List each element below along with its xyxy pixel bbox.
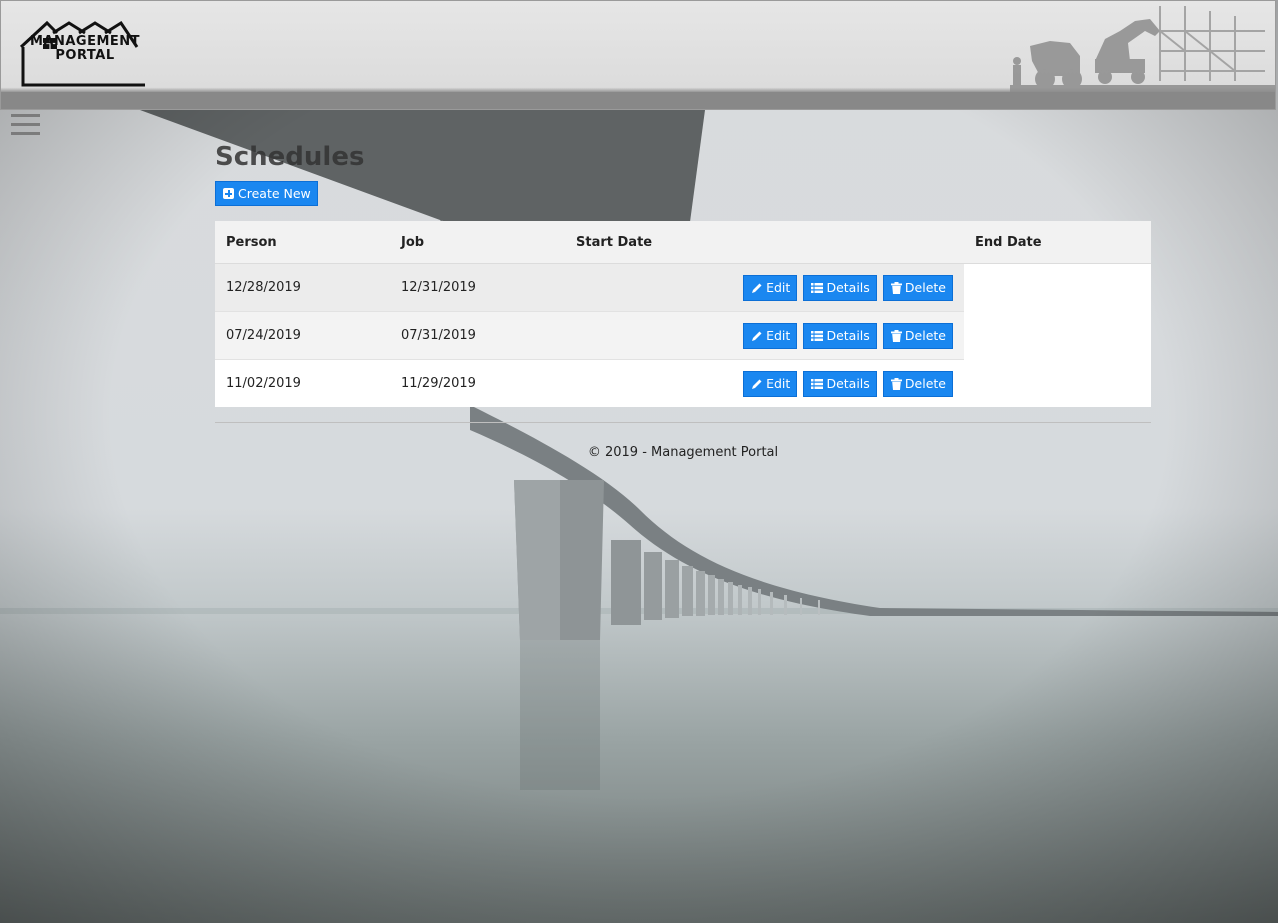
list-icon (811, 282, 824, 293)
create-new-label: Create New (238, 185, 311, 201)
edit-label: Edit (766, 328, 791, 343)
delete-label: Delete (904, 328, 946, 343)
plus-square-icon (223, 188, 234, 199)
pencil-icon (752, 283, 762, 293)
table-row: 07/24/2019 07/31/2019 Edit Details Delet… (215, 311, 1151, 360)
logo-line2: PORTAL (55, 48, 115, 63)
cell-job: 12/31/2019 (390, 263, 565, 312)
cell-job: 07/31/2019 (390, 311, 565, 360)
create-new-button[interactable]: Create New (215, 181, 318, 206)
column-header-start-date[interactable]: Start Date (565, 221, 964, 264)
cell-end-date (964, 263, 1151, 312)
schedules-table: Person Job Start Date End Date 12/28/201… (215, 221, 1151, 407)
column-header-job[interactable]: Job (390, 221, 565, 264)
footer-copyright: © 2019 - Management Portal (587, 445, 779, 460)
delete-button[interactable]: Delete (882, 274, 953, 301)
cell-person: 11/02/2019 (215, 359, 390, 407)
cell-person: 12/28/2019 (215, 263, 390, 312)
edit-button[interactable]: Edit (743, 322, 798, 349)
logo-line1: MANAGEMENT (29, 34, 141, 49)
details-label: Details (826, 280, 870, 295)
pencil-icon (752, 331, 762, 341)
details-button[interactable]: Details (803, 274, 877, 301)
page-title: Schedules (215, 142, 365, 172)
footer-divider (215, 422, 1151, 423)
app-header: MANAGEMENT PORTAL (0, 0, 1276, 110)
cell-person: 07/24/2019 (215, 311, 390, 360)
background-image (0, 0, 1278, 923)
construction-silhouette-icon (1010, 6, 1275, 94)
pencil-icon (752, 379, 762, 389)
list-icon (811, 378, 824, 389)
delete-label: Delete (904, 280, 946, 295)
table-row: 11/02/2019 11/29/2019 Edit Details Delet… (215, 359, 1151, 407)
trash-icon (890, 329, 902, 342)
cell-end-date (964, 311, 1151, 360)
table-header-row: Person Job Start Date End Date (215, 221, 1151, 264)
logo-text: MANAGEMENT PORTAL (21, 35, 149, 63)
details-label: Details (826, 376, 870, 391)
delete-label: Delete (904, 376, 946, 391)
column-header-person[interactable]: Person (215, 221, 390, 264)
delete-button[interactable]: Delete (882, 322, 953, 349)
header-band (1, 92, 1275, 109)
table-row: 12/28/2019 12/31/2019 Edit Details Delet… (215, 263, 1151, 312)
cell-end-date (964, 359, 1151, 407)
edit-label: Edit (766, 376, 791, 391)
list-icon (811, 330, 824, 341)
cell-actions: Edit Details Delete (565, 359, 964, 407)
cell-actions: Edit Details Delete (565, 311, 964, 360)
edit-label: Edit (766, 280, 791, 295)
trash-icon (890, 377, 902, 390)
delete-button[interactable]: Delete (882, 370, 953, 397)
details-button[interactable]: Details (803, 370, 877, 397)
hamburger-menu-icon[interactable] (11, 114, 40, 136)
main-content: Schedules Create New Person Job Start Da… (215, 140, 1151, 460)
edit-button[interactable]: Edit (743, 370, 798, 397)
column-header-end-date[interactable]: End Date (964, 221, 1151, 264)
edit-button[interactable]: Edit (743, 274, 798, 301)
details-button[interactable]: Details (803, 322, 877, 349)
details-label: Details (826, 328, 870, 343)
cell-actions: Edit Details Delete (565, 263, 964, 312)
trash-icon (890, 281, 902, 294)
cell-job: 11/29/2019 (390, 359, 565, 407)
